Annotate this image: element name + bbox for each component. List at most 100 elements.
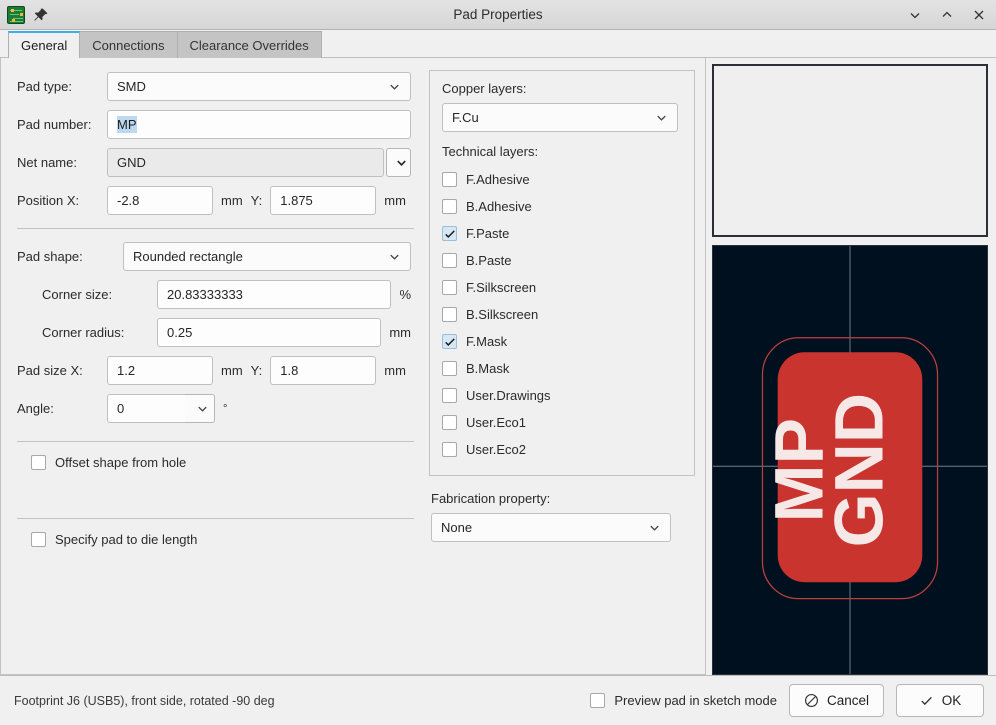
layer-label: User.Eco1: [466, 415, 526, 430]
pad-number-input[interactable]: MP: [107, 110, 411, 139]
corner-radius-input[interactable]: 0.25: [157, 318, 381, 347]
footer-actions: Preview pad in sketch mode Cancel OK: [590, 684, 984, 717]
layer-row-b-mask[interactable]: B.Mask: [442, 355, 682, 382]
layer-checkbox-user-eco2[interactable]: [442, 442, 457, 457]
layer-label: B.Adhesive: [466, 199, 532, 214]
pad-number-label: Pad number:: [17, 117, 107, 132]
pad-shape-select[interactable]: Rounded rectangle: [123, 242, 411, 271]
copper-layer-value: F.Cu: [452, 110, 649, 125]
layer-row-b-paste[interactable]: B.Paste: [442, 247, 682, 274]
pad-number-row: Pad number: MP: [17, 110, 411, 139]
chevron-down-icon: [196, 402, 209, 415]
layer-row-f-adhesive[interactable]: F.Adhesive: [442, 166, 682, 193]
layer-row-f-silkscreen[interactable]: F.Silkscreen: [442, 274, 682, 301]
layer-checkbox-user-drawings[interactable]: [442, 388, 457, 403]
layer-label: F.Silkscreen: [466, 280, 536, 295]
status-text: Footprint J6 (USB5), front side, rotated…: [14, 694, 275, 708]
layer-label: B.Paste: [466, 253, 512, 268]
technical-layers-list: F.Adhesive B.Adhesive F.Paste B.Paste F.Silk…: [442, 166, 682, 463]
layer-row-b-adhesive[interactable]: B.Adhesive: [442, 193, 682, 220]
cancel-button-label: Cancel: [827, 693, 869, 708]
layer-row-f-paste[interactable]: F.Paste: [442, 220, 682, 247]
ok-button[interactable]: OK: [896, 684, 984, 717]
net-name-row: Net name: GND: [17, 148, 411, 177]
layer-checkbox-b-paste[interactable]: [442, 253, 457, 268]
tab-clearance-overrides-label: Clearance Overrides: [190, 38, 309, 53]
chevron-down-icon: [655, 111, 668, 124]
sketch-mode-checkbox-row[interactable]: Preview pad in sketch mode: [590, 693, 777, 708]
chevron-down-icon: [648, 521, 661, 534]
layer-checkbox-b-mask[interactable]: [442, 361, 457, 376]
corner-size-unit: %: [399, 287, 411, 302]
chevron-down-icon: [388, 80, 401, 93]
layer-label: User.Drawings: [466, 388, 551, 403]
cancel-button[interactable]: Cancel: [789, 684, 884, 717]
corner-size-input[interactable]: 20.83333333: [157, 280, 391, 309]
net-name-label: Net name:: [17, 155, 107, 170]
fabrication-property-select[interactable]: None: [431, 513, 671, 542]
die-length-checkbox[interactable]: [31, 532, 46, 547]
pad-size-x-label: Pad size X:: [17, 363, 107, 378]
maximize-button[interactable]: [938, 6, 956, 24]
offset-shape-checkbox[interactable]: [31, 455, 46, 470]
pad-type-select[interactable]: SMD: [107, 72, 411, 101]
sketch-mode-checkbox[interactable]: [590, 693, 605, 708]
position-x-input[interactable]: -2.8: [107, 186, 213, 215]
fabrication-property-value: None: [441, 520, 642, 535]
angle-row: Angle: 0 °: [17, 394, 411, 423]
layer-row-user-eco2[interactable]: User.Eco2: [442, 436, 682, 463]
pcb-board-icon: [7, 6, 25, 24]
fabrication-property-label: Fabrication property:: [431, 491, 695, 506]
layer-row-user-eco1[interactable]: User.Eco1: [442, 409, 682, 436]
pad-shape-value: Rounded rectangle: [133, 249, 382, 264]
layer-checkbox-f-adhesive[interactable]: [442, 172, 457, 187]
layer-row-b-silkscreen[interactable]: B.Silkscreen: [442, 301, 682, 328]
close-button[interactable]: [970, 6, 988, 24]
pad-size-x-input[interactable]: 1.2: [107, 356, 213, 385]
pad-shape-label: Pad shape:: [17, 249, 123, 264]
pad-type-label: Pad type:: [17, 79, 107, 94]
position-x-value: -2.8: [117, 193, 139, 208]
title-bar-left: [0, 6, 49, 24]
layer-label: F.Adhesive: [466, 172, 530, 187]
layer-checkbox-b-silkscreen[interactable]: [442, 307, 457, 322]
angle-input[interactable]: 0: [107, 394, 185, 423]
pad-size-y-label: Y:: [251, 363, 263, 378]
pad-size-x-value: 1.2: [117, 363, 135, 378]
corner-radius-label: Corner radius:: [17, 325, 157, 340]
net-name-dropdown-button[interactable]: [386, 148, 411, 177]
layer-checkbox-f-mask[interactable]: [442, 334, 457, 349]
net-name-value: GND: [117, 155, 146, 170]
angle-dropdown-button[interactable]: [185, 394, 215, 423]
dialog-footer: Footprint J6 (USB5), front side, rotated…: [0, 675, 996, 725]
layer-row-f-mask[interactable]: F.Mask: [442, 328, 682, 355]
pad-preview-canvas[interactable]: MP GND: [712, 245, 988, 675]
tab-clearance-overrides[interactable]: Clearance Overrides: [178, 31, 322, 58]
position-y-value: 1.875: [280, 193, 313, 208]
tab-connections[interactable]: Connections: [80, 31, 177, 58]
layer-checkbox-f-paste[interactable]: [442, 226, 457, 241]
pad-size-x-unit: mm: [221, 363, 243, 378]
pad-number-value: MP: [117, 116, 137, 133]
position-y-input[interactable]: 1.875: [270, 186, 376, 215]
offset-shape-checkbox-row[interactable]: Offset shape from hole: [31, 455, 411, 470]
no-entry-icon: [804, 693, 819, 708]
layer-label: F.Paste: [466, 226, 509, 241]
pad-label-secondary: GND: [821, 393, 897, 548]
layer-row-user-drawings[interactable]: User.Drawings: [442, 382, 682, 409]
dialog-body: Pad type: SMD Pad number: MP Net name:: [0, 58, 996, 675]
pad-size-y-input[interactable]: 1.8: [270, 356, 376, 385]
tab-general[interactable]: General: [8, 31, 80, 58]
layer-checkbox-user-eco1[interactable]: [442, 415, 457, 430]
minimize-button[interactable]: [906, 6, 924, 24]
pushpin-icon[interactable]: [33, 7, 49, 23]
layer-checkbox-b-adhesive[interactable]: [442, 199, 457, 214]
pad-preview-top: [712, 64, 988, 237]
net-name-input[interactable]: GND: [107, 148, 384, 177]
angle-value: 0: [117, 401, 124, 416]
die-length-checkbox-row[interactable]: Specify pad to die length: [31, 532, 411, 547]
copper-layer-select[interactable]: F.Cu: [442, 103, 678, 132]
position-y-label: Y:: [251, 193, 263, 208]
window-controls: [906, 6, 996, 24]
layer-checkbox-f-silkscreen[interactable]: [442, 280, 457, 295]
